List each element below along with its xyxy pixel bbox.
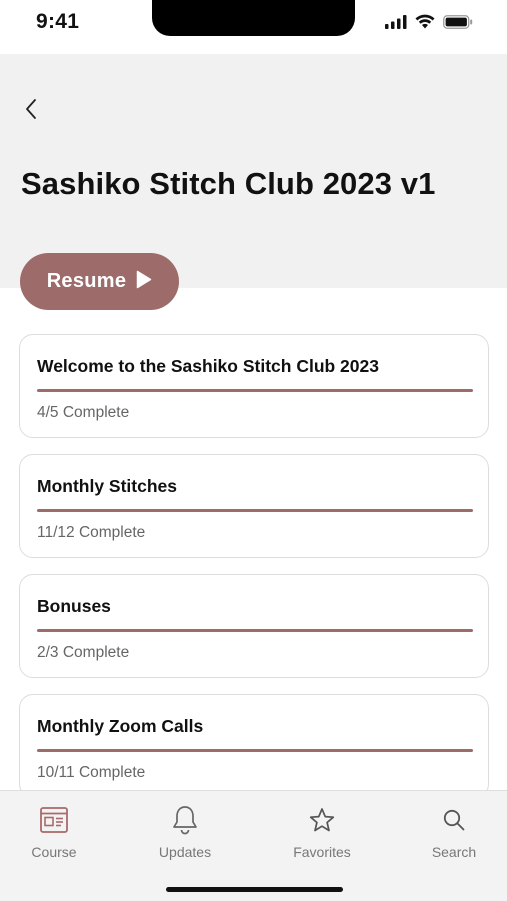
play-icon [136,270,152,294]
module-list: Welcome to the Sashiko Stitch Club 2023 … [19,334,489,814]
module-progress-bar [37,749,473,752]
signal-icon [385,14,407,34]
module-card-bonuses[interactable]: Bonuses 2/3 Complete [19,574,489,678]
tab-label: Course [31,844,77,860]
module-status: 4/5 Complete [37,404,130,421]
module-title: Welcome to the Sashiko Stitch Club 2023 [37,356,379,376]
home-indicator [166,887,343,892]
tab-search[interactable]: Search [409,805,499,860]
page-title: Sashiko Stitch Club 2023 v1 [21,166,436,201]
module-progress-fill [37,749,473,752]
battery-icon [443,14,473,34]
wifi-icon [415,14,435,34]
module-status: 11/12 Complete [37,524,146,541]
module-progress-bar [37,509,473,512]
resume-button[interactable]: Resume [20,253,179,310]
status-bar: 9:41 [0,0,507,54]
star-icon [309,805,335,835]
tab-label: Search [431,844,477,860]
tab-label: Favorites [293,844,351,860]
camera-notch [152,0,355,36]
resume-label: Resume [46,270,127,292]
module-progress-bar [37,389,473,392]
module-card-welcome[interactable]: Welcome to the Sashiko Stitch Club 2023 … [19,334,489,438]
module-status: 2/3 Complete [37,644,130,661]
module-progress-fill [37,509,473,512]
module-progress-bar [37,629,473,632]
tab-updates[interactable]: Updates [140,805,230,860]
module-progress-fill [37,389,473,392]
status-icons [385,14,473,34]
chevron-left-icon [24,98,38,125]
course-icon [40,805,68,835]
module-card-monthly-stitches[interactable]: Monthly Stitches 11/12 Complete [19,454,489,558]
module-progress-fill [37,629,473,632]
tab-favorites[interactable]: Favorites [277,805,367,860]
tab-label: Updates [158,844,212,860]
search-icon [442,805,466,835]
tab-bar: Course Updates Favorites Search [0,790,507,901]
status-time: 9:41 [36,10,80,33]
module-title: Monthly Stitches [37,476,178,496]
module-title: Monthly Zoom Calls [37,716,204,736]
back-button[interactable] [18,98,44,124]
module-title: Bonuses [37,596,111,616]
tab-course[interactable]: Course [9,805,99,860]
bell-icon [172,805,198,835]
module-card-zoom-calls[interactable]: Monthly Zoom Calls 10/11 Complete [19,694,489,798]
module-status: 10/11 Complete [37,764,146,781]
